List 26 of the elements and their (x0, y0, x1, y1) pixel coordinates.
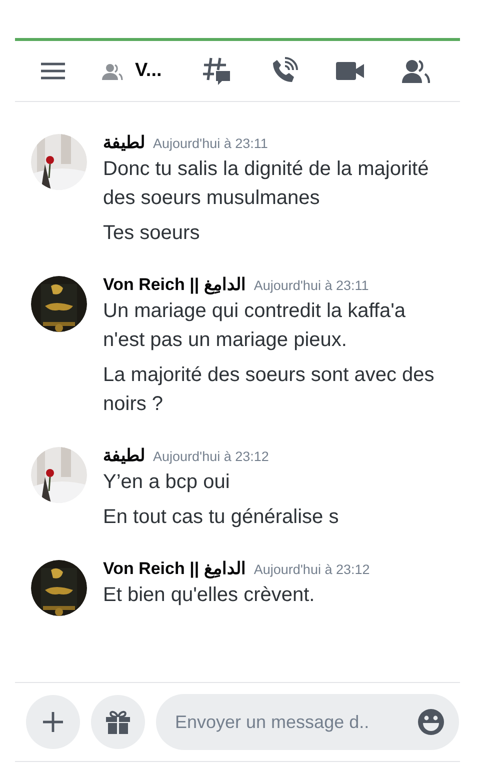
message-text: La majorité des soeurs sont avec des noirs ? (103, 363, 436, 417)
gift-icon (105, 709, 131, 735)
timestamp: Aujourd'hui à 23:12 (254, 562, 370, 577)
message-text: Y’en a bcp oui (103, 470, 231, 495)
members-button[interactable] (402, 59, 430, 83)
username[interactable]: Von Reich || الدامِغ (103, 558, 246, 579)
video-button[interactable] (336, 61, 364, 81)
people-icon (102, 62, 123, 80)
username[interactable]: لطيفة (103, 132, 145, 153)
emoji-icon[interactable] (417, 708, 445, 736)
message-text: Tes soeurs (103, 221, 201, 246)
message-text: En tout cas tu généralise s (103, 505, 340, 530)
timestamp: Aujourd'hui à 23:11 (153, 136, 268, 151)
message-field[interactable]: Envoyer un message d.. (156, 694, 459, 750)
menu-button[interactable] (40, 62, 66, 80)
threads-button[interactable] (202, 56, 232, 86)
username[interactable]: Von Reich || الدامِغ (103, 274, 246, 295)
message-text: Un mariage qui contredit la kaffa'a n'est pas un mariage pieux. (103, 299, 407, 353)
message-text: Donc tu salis la dignité de la majorité des soeurs musulmanes (103, 157, 430, 211)
channel-name: V... (135, 60, 162, 82)
call-button[interactable] (270, 57, 298, 85)
message-text: Et bien qu'elles crèvent. (103, 583, 316, 608)
timestamp: Aujourd'hui à 23:11 (254, 278, 369, 293)
plus-icon (42, 711, 64, 733)
timestamp: Aujourd'hui à 23:12 (153, 449, 269, 464)
username[interactable]: لطيفة (103, 445, 145, 466)
